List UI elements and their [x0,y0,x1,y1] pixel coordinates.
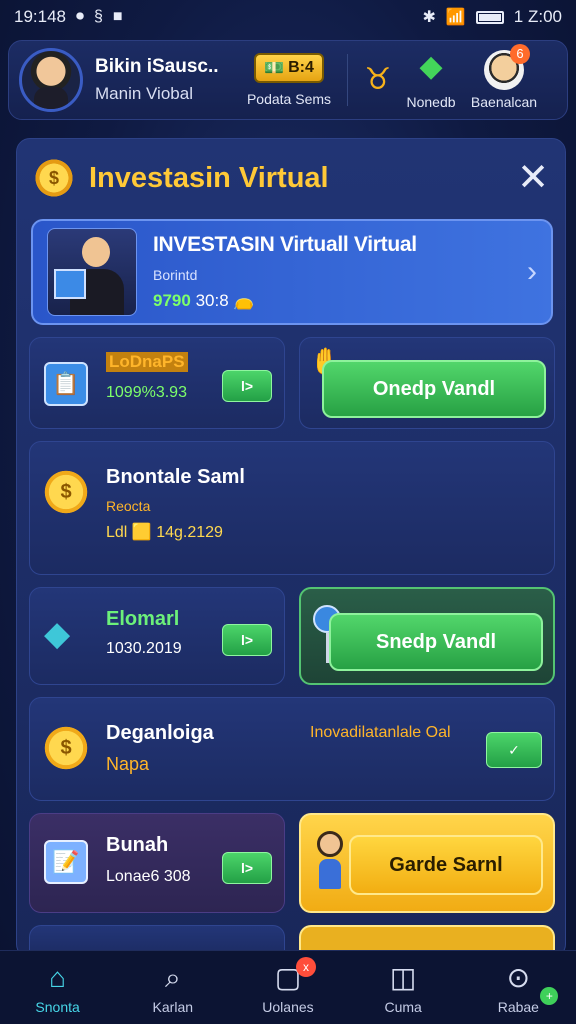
nav-label: Snonta [35,998,80,1015]
featured-value: 9790 30:8 👝 [153,291,519,311]
card-name: Bnontale Saml [106,466,245,488]
header-button-profile[interactable]: 6 Baenalcan [464,44,544,110]
nav-home[interactable]: ⌂ Snonta [8,961,108,1015]
card-value: 1099%3.93 [106,384,187,401]
battery-icon [475,10,504,24]
status-time: 19:148 [14,7,66,26]
gold-coin-icon: 🟨 [131,524,152,541]
featured-value-green: 9790 [153,291,191,310]
action-card: Garde Sarnl [299,813,555,913]
featured-value-white: 30:8 [195,291,229,310]
mini-avatar: 6 [484,44,530,90]
user-info: Bikin iSausc.. Manin Viobal [95,56,235,104]
featured-subtitle: Borintd [153,267,198,283]
nav-profile[interactable]: ⊙ + Rabae [468,961,568,1015]
nav-search[interactable]: ⌕ Karlan [123,961,223,1015]
action-button[interactable]: Snedp Vandl [329,613,543,671]
card-value-row: Ldl 🟨 14g.2129 [106,522,223,542]
featured-thumbnail [47,228,137,316]
action-card: ✋ Onedp Vandl [299,337,555,429]
coin-value: B:4 [288,59,314,76]
gear-coin-icon: $ [33,157,75,199]
nav-notification-badge: x [295,956,316,977]
wifi-signal-icon: 📶 [445,9,466,26]
header-icon-label: Baenalcan [470,94,538,110]
card-subtitle: Napa [106,754,150,774]
profile-header: Bikin iSausc.. Manin Viobal 💵 B:4 Podata… [8,40,568,120]
square-notification-icon: ■ [112,8,123,25]
nav-label: Cuma [384,998,422,1015]
coin-label: Podata Sems [246,91,332,107]
notification-badge: 6 [510,44,530,64]
header-divider [347,54,348,106]
diamond-icon: ◆ [419,50,443,83]
card-name: Deganloiga [106,722,214,744]
card-name: Bunah [106,834,169,856]
card-name: LoDnaPS [106,352,188,372]
coin-badge: 💵 B:4 [254,53,324,83]
avatar[interactable] [19,48,83,112]
profile-search-icon: ⊙ [506,961,531,993]
coin-balance[interactable]: 💵 B:4 Podata Sems [241,53,337,107]
bottom-navigation: ⌂ Snonta ⌕ Karlan ▢ x Uolanes ◫ Cuma ⊙ +… [0,950,576,1024]
card-value-prefix: Ldl [106,524,128,541]
header-icon-label: Nonedb [406,94,456,110]
card-value: 1030.2019 [106,640,182,657]
nav-green-badge: + [540,986,559,1005]
panel-header: $ Investasin Virtual ✕ [33,155,549,201]
coin-bag-icon: 👝 [233,291,255,310]
wallet-icon: ◫ [389,961,417,993]
investment-card[interactable]: 📝 Bunah Lonae6 308 l> [29,813,285,913]
featured-title: INVESTASIN Virtuall Virtual [153,233,417,256]
user-name: Bikin iSausc.. [95,56,219,77]
card-value: 14g.2129 [156,524,223,541]
card-name: Elomarl [106,608,180,630]
home-icon: ⌂ [49,961,67,993]
nav-label: Rabae [497,998,539,1015]
cash-icon: 💵 [264,60,285,77]
card-go-button[interactable]: l> [222,370,272,402]
nav-label: Karlan [152,998,194,1015]
app-notification-icon: § [94,8,103,25]
close-button[interactable]: ✕ [517,159,549,197]
investment-card[interactable]: ◆ Elomarl 1030.2019 l> [29,587,285,685]
document-icon [54,269,86,299]
chevron-right-icon: › [527,255,537,288]
action-card: Snedp Vandl [299,587,555,685]
media-play-icon: ⏺ [76,8,85,25]
card-go-button[interactable]: l> [222,852,272,884]
featured-text: INVESTASIN Virtuall Virtual Borintd 9790… [153,233,519,311]
calendar-icon: 📋 [44,362,88,406]
sun-coin-icon: $ [42,724,90,772]
card-subtitle: Reocta [106,498,151,514]
action-button[interactable]: Garde Sarnl [349,835,543,895]
card-right-label: Inovadilatanlale Oal [310,724,451,741]
character-body [319,859,341,889]
action-button[interactable]: Onedp Vandl [322,360,546,418]
nav-inbox[interactable]: ▢ x Uolanes [238,956,338,1015]
investment-panel: $ Investasin Virtual ✕ INVESTASIN Virtua… [16,138,566,958]
bluetooth-icon: ✱ [422,9,436,26]
status-bar: 19:148 ⏺ § ■ ✱ 📶 1 Z:00 [0,0,576,34]
trophy-icon: ♉ [364,63,392,96]
investment-card[interactable]: $ Deganloiga Napa Inovadilatanlale Oal ✓ [29,697,555,801]
user-subtitle: Manin Viobal [95,84,193,103]
diamond-gem-icon: ◆ [44,615,71,653]
nav-label: Uolanes [262,998,314,1015]
card-value: Lonae6 308 [106,868,191,885]
nav-wallet[interactable]: ◫ Cuma [353,961,453,1015]
header-button-nonedb[interactable]: ◆ Nonedb [398,50,464,110]
card-check-button[interactable]: ✓ [486,732,542,768]
investment-card[interactable]: $ Bnontale Saml Reocta Ldl 🟨 14g.2129 [29,441,555,575]
card-go-button[interactable]: l> [222,624,272,656]
featured-investment-card[interactable]: INVESTASIN Virtuall Virtual Borintd 9790… [31,219,553,325]
status-clock: 1 Z:00 [513,7,562,26]
header-button-trophy[interactable]: ♉ [358,63,398,97]
investment-card[interactable]: 📋 LoDnaPS 1099%3.93 l> [29,337,285,429]
sun-coin-icon: $ [42,468,90,516]
character-icon [317,831,343,857]
search-icon: ⌕ [164,961,181,993]
panel-title: Investasin Virtual [89,161,329,194]
notepad-icon: 📝 [44,840,88,884]
